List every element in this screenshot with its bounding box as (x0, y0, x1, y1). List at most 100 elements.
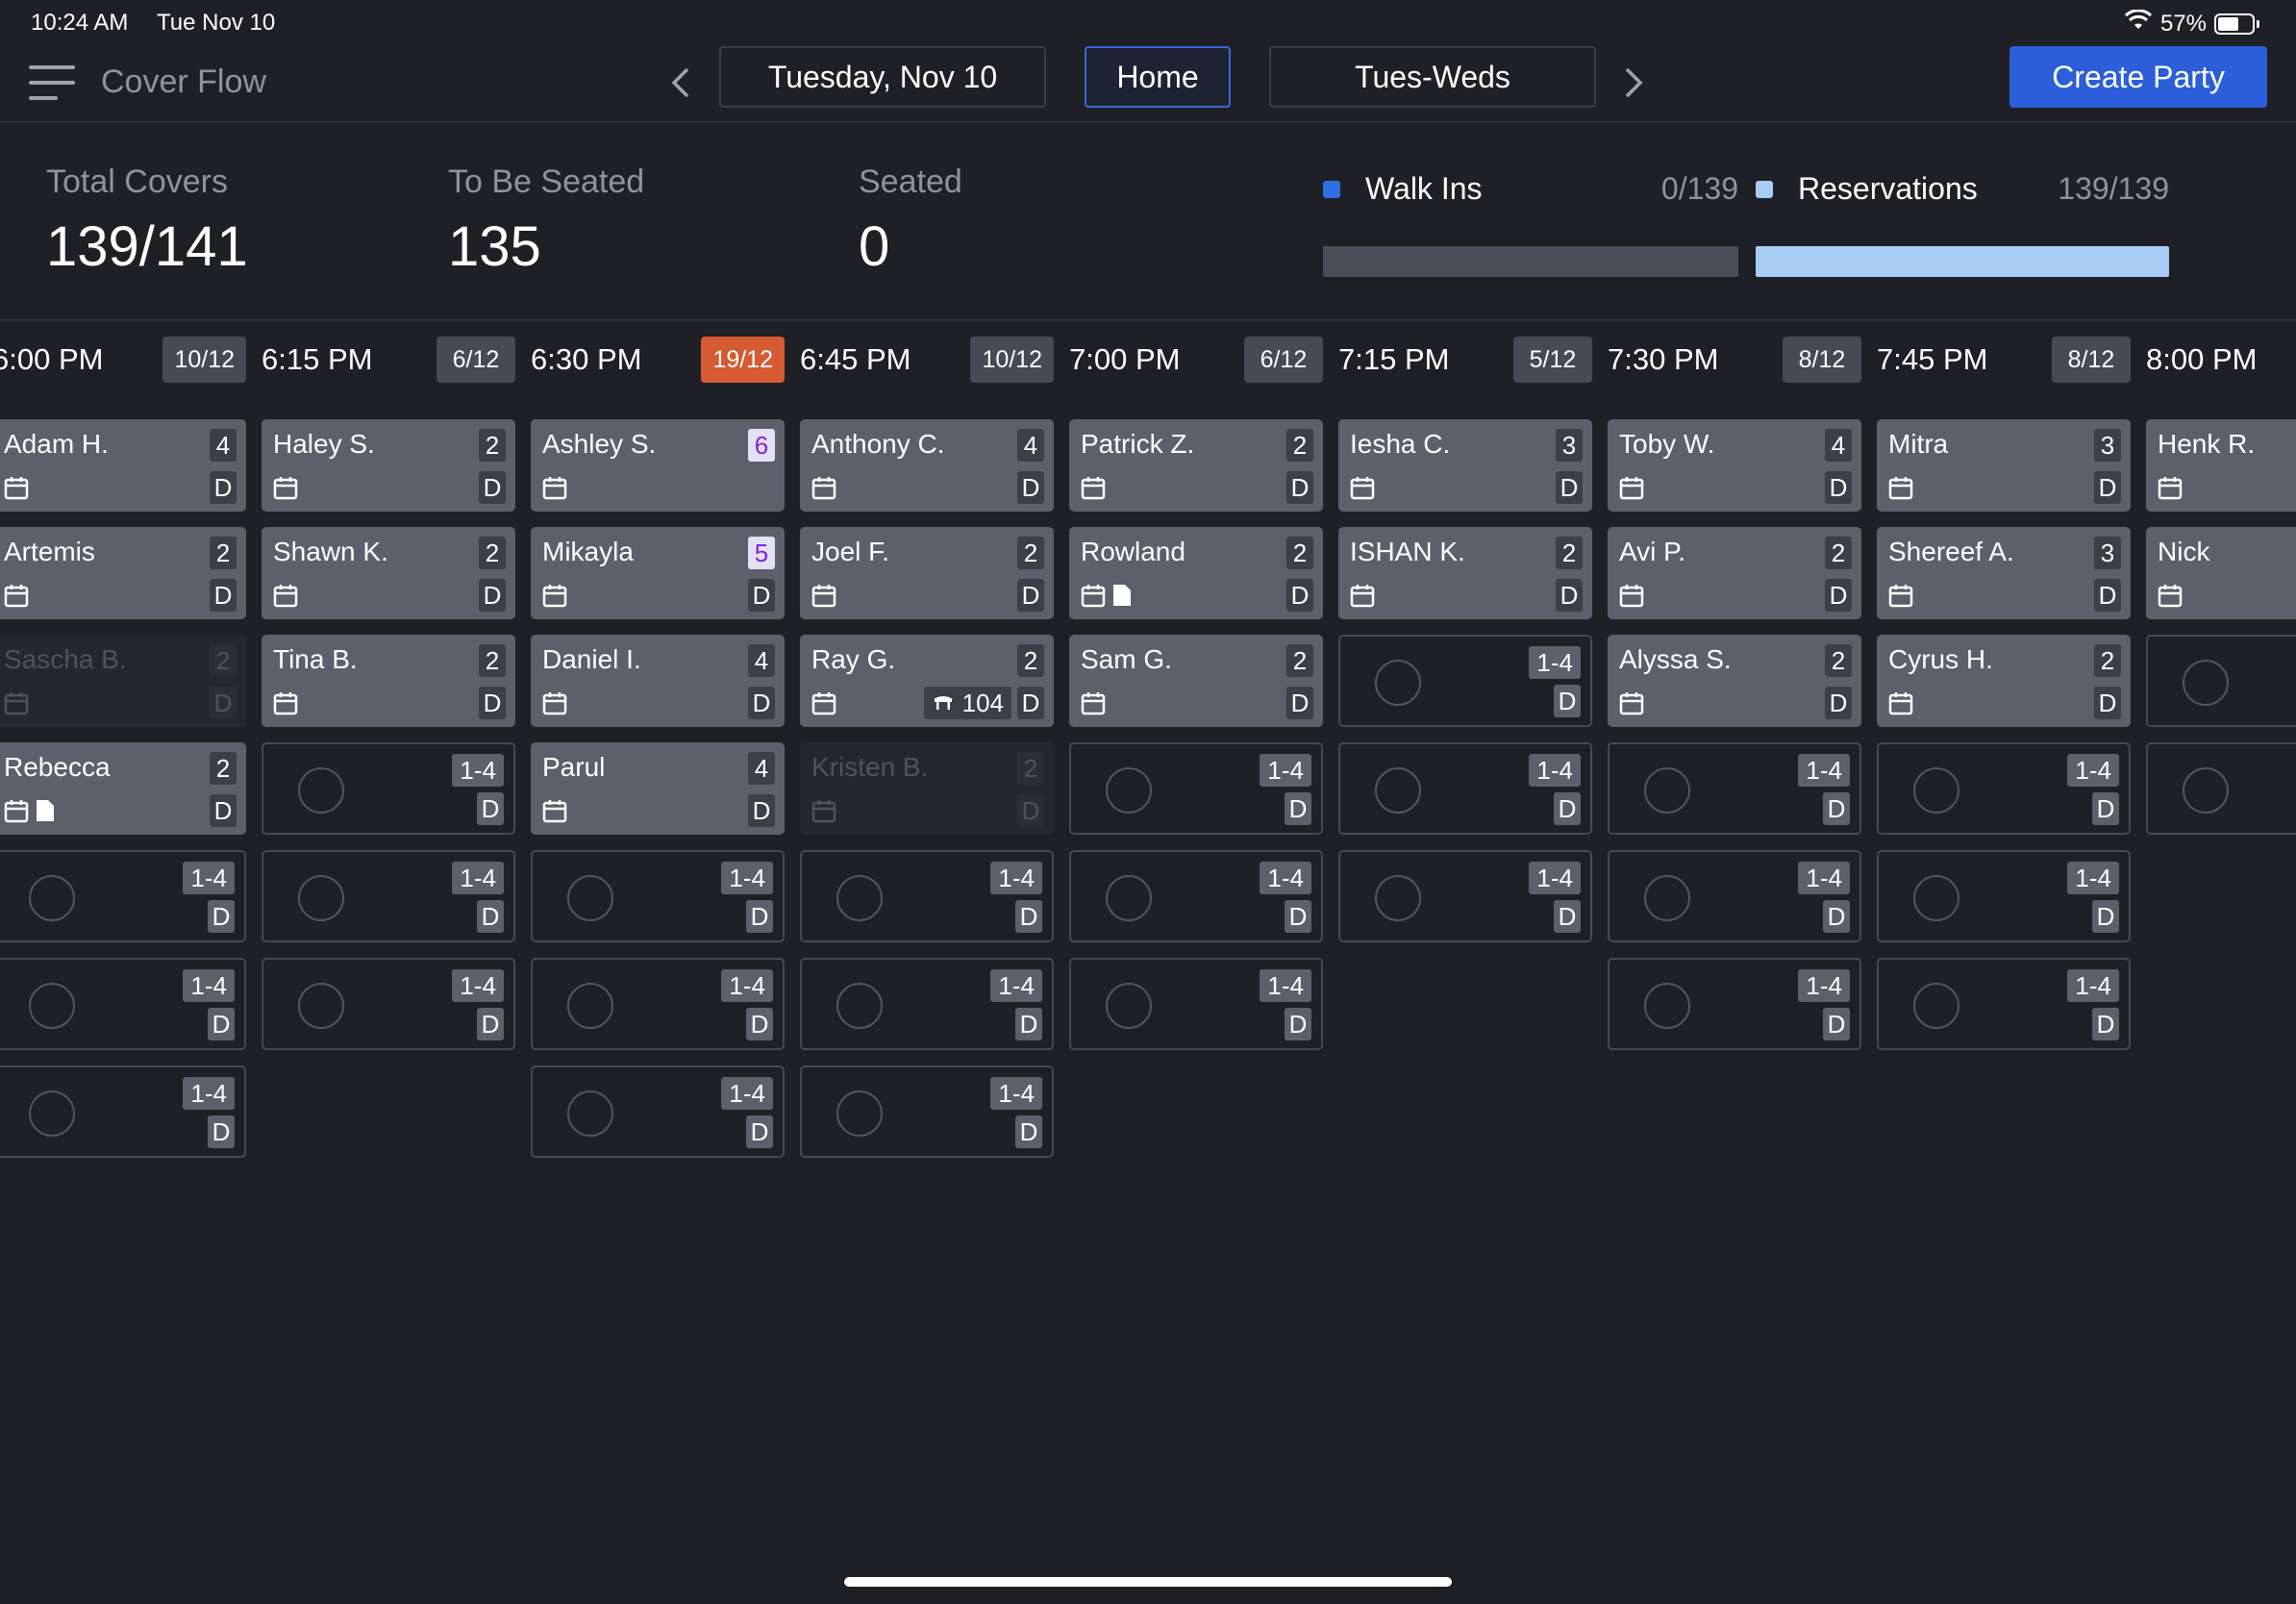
add-party-circle-icon[interactable] (29, 1090, 75, 1137)
calendar-icon (4, 798, 29, 823)
hamburger-menu-icon[interactable] (29, 65, 75, 100)
empty-slot-card[interactable]: 1-4 D (0, 958, 246, 1050)
reservation-card[interactable]: Tina B. 2 D (262, 635, 515, 727)
chevron-left-icon[interactable] (661, 56, 700, 110)
reservation-card[interactable]: Henk R. (2146, 419, 2296, 512)
add-party-circle-icon[interactable] (29, 875, 75, 921)
guest-name: Haley S. (273, 429, 375, 459)
reservation-card[interactable]: Adam H. 4 D (0, 419, 246, 512)
reservation-card[interactable]: Toby W. 4 D (1608, 419, 1861, 512)
add-party-circle-icon[interactable] (567, 875, 613, 921)
add-party-circle-icon[interactable] (298, 875, 344, 921)
reservation-card[interactable]: Joel F. 2 D (800, 527, 1054, 619)
create-party-button[interactable]: Create Party (2009, 46, 2267, 108)
add-party-circle-icon[interactable] (1106, 767, 1152, 814)
reservation-card[interactable]: Haley S. 2 D (262, 419, 515, 512)
reservation-card[interactable]: Sam G. 2 D (1069, 635, 1323, 727)
empty-slot-card[interactable]: 1-4 D (1877, 958, 2131, 1050)
shift-selector-button[interactable]: Tues-Weds (1269, 46, 1596, 108)
add-party-circle-icon[interactable] (1375, 767, 1421, 814)
empty-slot-card[interactable]: 1-4 D (1338, 850, 1592, 942)
empty-slot-card[interactable]: 1-4 D (1877, 850, 2131, 942)
empty-slot-card[interactable]: 1-4 D (800, 1065, 1054, 1158)
empty-slot-card[interactable]: 1-4 D (800, 850, 1054, 942)
chevron-right-icon[interactable] (1614, 56, 1653, 110)
party-size-range: 1-4 (1798, 969, 1850, 1002)
reservation-card[interactable]: Mikayla 5 D (531, 527, 785, 619)
reservation-card[interactable]: Daniel I. 4 D (531, 635, 785, 727)
add-party-circle-icon[interactable] (1913, 767, 1959, 814)
card-icons (273, 583, 298, 608)
add-party-circle-icon[interactable] (1913, 875, 1959, 921)
reservation-card[interactable]: Ray G. 2 D 104 (800, 635, 1054, 727)
empty-slot-card[interactable]: 1-4 D (531, 850, 785, 942)
add-party-circle-icon[interactable] (1106, 875, 1152, 921)
home-indicator[interactable] (844, 1577, 1452, 1587)
reservation-card[interactable]: Artemis 2 D (0, 527, 246, 619)
empty-slot-card[interactable]: 1-4 D (262, 742, 515, 835)
empty-slot-card[interactable]: 1-4 D (1608, 850, 1861, 942)
empty-slot-card[interactable]: 1-4 D (1608, 742, 1861, 835)
party-size-range: 1-4 (452, 969, 504, 1002)
empty-slot-card[interactable] (2146, 742, 2296, 835)
party-size-badge: 3 (1556, 429, 1583, 462)
add-party-circle-icon[interactable] (567, 1090, 613, 1137)
add-party-circle-icon[interactable] (1106, 983, 1152, 1029)
add-party-circle-icon[interactable] (1913, 983, 1959, 1029)
empty-slot-card[interactable]: 1-4 D (1338, 635, 1592, 727)
reservation-card[interactable]: Alyssa S. 2 D (1608, 635, 1861, 727)
empty-slot-card[interactable]: 1-4 D (1877, 742, 2131, 835)
date-selector-button[interactable]: Tuesday, Nov 10 (719, 46, 1046, 108)
add-party-circle-icon[interactable] (836, 983, 883, 1029)
empty-slot-card[interactable] (2146, 635, 2296, 727)
add-party-circle-icon[interactable] (1375, 660, 1421, 706)
reservation-card[interactable]: Avi P. 2 D (1608, 527, 1861, 619)
add-party-circle-icon[interactable] (836, 875, 883, 921)
empty-slot-card[interactable]: 1-4 D (1069, 850, 1323, 942)
reservation-card[interactable]: Patrick Z. 2 D (1069, 419, 1323, 512)
dining-area-badge: D (1017, 579, 1044, 612)
empty-slot-card[interactable]: 1-4 D (800, 958, 1054, 1050)
add-party-circle-icon[interactable] (298, 983, 344, 1029)
reservation-card[interactable]: Ashley S. 6 (531, 419, 785, 512)
guest-name: Sam G. (1081, 644, 1172, 674)
inactive-reservation-card[interactable]: Kristen B. 2 D (800, 742, 1054, 835)
home-button[interactable]: Home (1085, 46, 1231, 108)
add-party-circle-icon[interactable] (2183, 767, 2229, 814)
reservation-card[interactable]: Anthony C. 4 D (800, 419, 1054, 512)
dining-area-badge: D (477, 792, 504, 825)
add-party-circle-icon[interactable] (298, 767, 344, 814)
dining-area-badge: D (210, 579, 237, 612)
empty-slot-card[interactable]: 1-4 D (1069, 958, 1323, 1050)
add-party-circle-icon[interactable] (1644, 983, 1690, 1029)
reservation-card[interactable]: Shereef A. 3 D (1877, 527, 2131, 619)
reservation-card[interactable]: Rowland 2 D (1069, 527, 1323, 619)
reservation-card[interactable]: Parul 4 D (531, 742, 785, 835)
empty-slot-card[interactable]: 1-4 D (0, 1065, 246, 1158)
add-party-circle-icon[interactable] (1375, 875, 1421, 921)
reservation-card[interactable]: Rebecca 2 D (0, 742, 246, 835)
empty-slot-card[interactable]: 1-4 D (1338, 742, 1592, 835)
reservation-card[interactable]: Iesha C. 3 D (1338, 419, 1592, 512)
empty-slot-card[interactable]: 1-4 D (262, 958, 515, 1050)
add-party-circle-icon[interactable] (29, 983, 75, 1029)
add-party-circle-icon[interactable] (836, 1090, 883, 1137)
inactive-reservation-card[interactable]: Sascha B. 2 D (0, 635, 246, 727)
reservation-card[interactable]: Mitra 3 D (1877, 419, 2131, 512)
add-party-circle-icon[interactable] (1644, 875, 1690, 921)
empty-slot-card[interactable]: 1-4 D (531, 1065, 785, 1158)
empty-slot-card[interactable]: 1-4 D (1608, 958, 1861, 1050)
reservation-card[interactable]: Cyrus H. 2 D (1877, 635, 2131, 727)
guest-name: Toby W. (1619, 429, 1715, 459)
dining-area-badge: D (746, 900, 773, 933)
empty-slot-card[interactable]: 1-4 D (0, 850, 246, 942)
reservation-card[interactable]: Nick (2146, 527, 2296, 619)
reservation-card[interactable]: Shawn K. 2 D (262, 527, 515, 619)
empty-slot-card[interactable]: 1-4 D (531, 958, 785, 1050)
add-party-circle-icon[interactable] (2183, 660, 2229, 706)
add-party-circle-icon[interactable] (567, 983, 613, 1029)
empty-slot-card[interactable]: 1-4 D (1069, 742, 1323, 835)
reservation-card[interactable]: ISHAN K. 2 D (1338, 527, 1592, 619)
empty-slot-card[interactable]: 1-4 D (262, 850, 515, 942)
add-party-circle-icon[interactable] (1644, 767, 1690, 814)
